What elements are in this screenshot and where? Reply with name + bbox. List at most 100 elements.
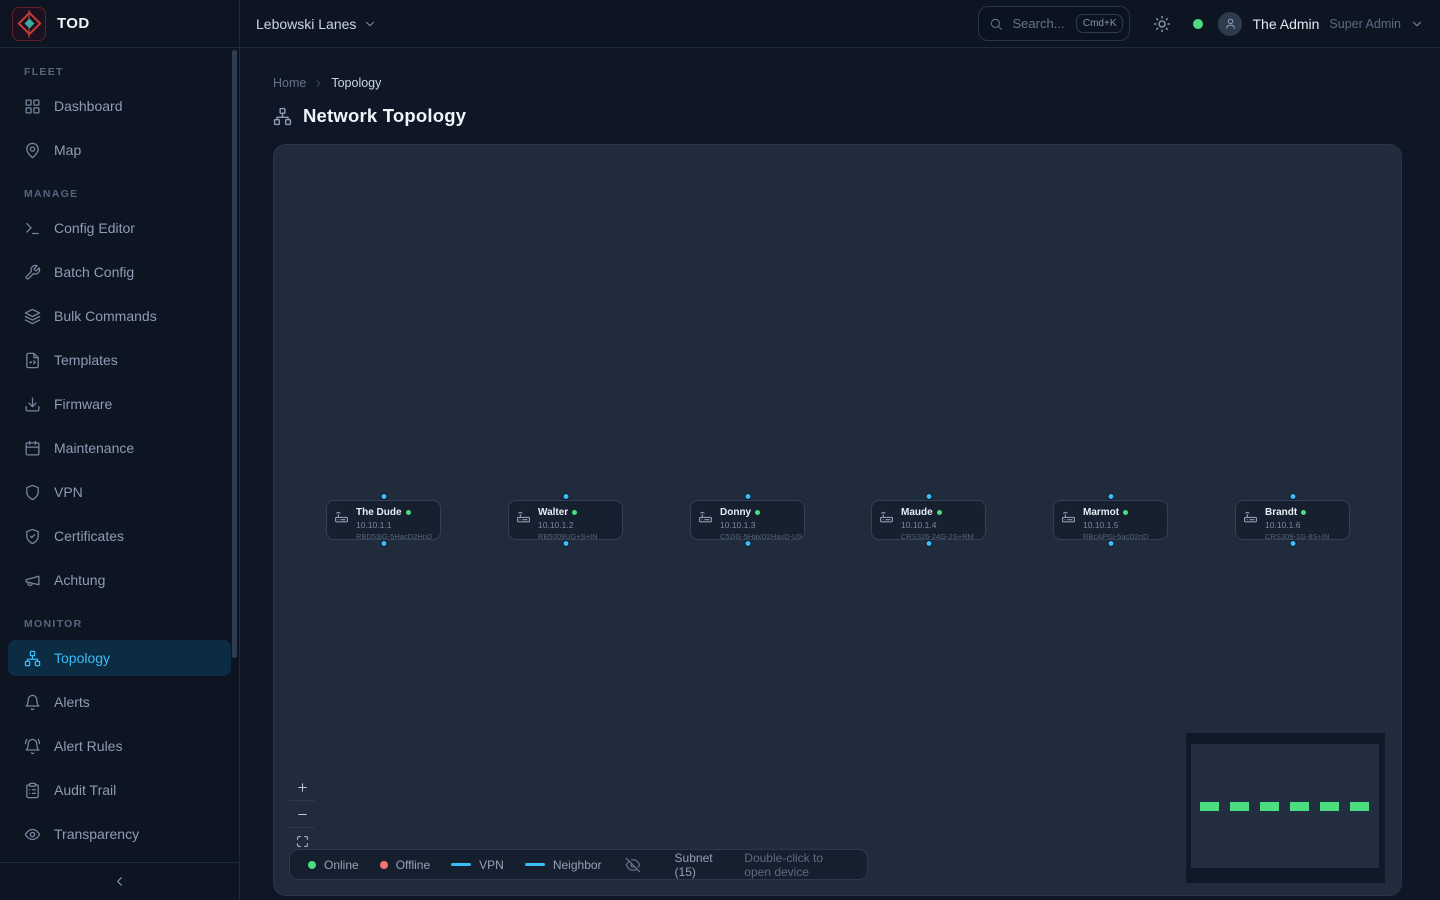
node-model: RBcAPGi-5acD2nD xyxy=(1083,533,1148,541)
node-handle-bottom[interactable] xyxy=(925,540,932,547)
sidebar-section-label: MONITOR xyxy=(24,618,215,630)
toggle-visibility-icon[interactable] xyxy=(625,857,641,873)
node-handle-bottom[interactable] xyxy=(1107,540,1114,547)
sidebar-item-vpn[interactable]: VPN xyxy=(8,474,231,510)
main-content: Home Topology Network Topology Online xyxy=(240,48,1440,900)
search-input[interactable] xyxy=(1010,15,1068,32)
avatar[interactable] xyxy=(1218,12,1242,36)
router-icon xyxy=(1243,509,1258,524)
achtung-icon xyxy=(24,572,41,589)
node-status-dot xyxy=(937,510,942,515)
topology-icon xyxy=(24,650,41,667)
batch-config-icon xyxy=(24,264,41,281)
node-status-dot xyxy=(755,510,760,515)
vpn-line-swatch xyxy=(451,863,471,866)
node-name: Maude xyxy=(901,507,974,518)
minimap-node xyxy=(1290,802,1309,811)
node-model: CRS309-1G-8S+IN xyxy=(1265,533,1329,541)
sidebar-item-label: Templates xyxy=(54,352,118,368)
sidebar-collapse-button[interactable] xyxy=(0,862,239,900)
node-handle-bottom[interactable] xyxy=(562,540,569,547)
sidebar-item-label: Alert Rules xyxy=(54,738,122,754)
chevron-down-icon xyxy=(363,17,377,31)
sidebar-item-templates[interactable]: Templates xyxy=(8,342,231,378)
topology-legend: Online Offline VPN Neighbor Subnet (15) … xyxy=(289,849,868,880)
connection-status-dot xyxy=(1193,19,1203,29)
sidebar-item-config-editor[interactable]: Config Editor xyxy=(8,210,231,246)
app-window: TOD Lebowski Lanes Cmd+K The Admin Super… xyxy=(0,0,1440,900)
sidebar-scrollbar[interactable] xyxy=(232,50,237,658)
chevron-left-icon xyxy=(112,874,127,889)
zoom-in-button[interactable] xyxy=(289,774,315,801)
sidebar-item-label: Dashboard xyxy=(54,98,123,114)
plus-icon xyxy=(296,781,309,794)
node-handle-bottom[interactable] xyxy=(380,540,387,547)
alert-rules-icon xyxy=(24,738,41,755)
router-icon xyxy=(516,509,531,524)
sidebar-item-maintenance[interactable]: Maintenance xyxy=(8,430,231,466)
chevron-right-icon xyxy=(313,78,324,89)
org-switcher[interactable]: Lebowski Lanes xyxy=(256,16,377,32)
node-handle-top[interactable] xyxy=(1107,493,1114,500)
online-dot xyxy=(308,861,316,869)
app-logo-icon xyxy=(12,7,46,41)
sidebar-item-bulk-commands[interactable]: Bulk Commands xyxy=(8,298,231,334)
device-node[interactable]: Marmot10.10.1.5RBcAPGi-5acD2nD xyxy=(1053,500,1168,540)
node-handle-top[interactable] xyxy=(1289,493,1296,500)
sidebar-item-firmware[interactable]: Firmware xyxy=(8,386,231,422)
node-model: C52iG-5HaxD2HaxD-US xyxy=(720,533,803,541)
theme-toggle-sun-icon[interactable] xyxy=(1153,15,1171,33)
node-handle-bottom[interactable] xyxy=(1289,540,1296,547)
minimap[interactable] xyxy=(1186,733,1385,883)
node-handle-top[interactable] xyxy=(380,493,387,500)
zoom-out-button[interactable] xyxy=(289,801,315,828)
sidebar-item-audit-trail[interactable]: Audit Trail xyxy=(8,772,231,808)
sidebar-item-achtung[interactable]: Achtung xyxy=(8,562,231,598)
org-name: Lebowski Lanes xyxy=(256,16,356,32)
sidebar-section-label: MANAGE xyxy=(24,188,215,200)
device-node[interactable]: Walter10.10.1.2RB5009UG+S+IN xyxy=(508,500,623,540)
fit-view-icon xyxy=(296,835,309,848)
minimap-node xyxy=(1350,802,1369,811)
sidebar-item-map[interactable]: Map xyxy=(8,132,231,168)
sidebar-item-label: Maintenance xyxy=(54,440,134,456)
minimap-node xyxy=(1230,802,1249,811)
node-handle-bottom[interactable] xyxy=(744,540,751,547)
sidebar-item-label: Topology xyxy=(54,650,110,666)
node-handle-top[interactable] xyxy=(744,493,751,500)
config-editor-icon xyxy=(24,220,41,237)
minimap-node xyxy=(1320,802,1339,811)
sidebar-item-topology[interactable]: Topology xyxy=(8,640,231,676)
breadcrumb-home[interactable]: Home xyxy=(273,76,306,90)
sidebar-item-alerts[interactable]: Alerts xyxy=(8,684,231,720)
legend-offline: Offline xyxy=(380,858,430,872)
sidebar-item-alert-rules[interactable]: Alert Rules xyxy=(8,728,231,764)
device-node[interactable]: Donny10.10.1.3C52iG-5HaxD2HaxD-US xyxy=(690,500,805,540)
sidebar-item-transparency[interactable]: Transparency xyxy=(8,816,231,852)
sidebar-section: MANAGE Config Editor Batch Config Bulk Comm… xyxy=(0,188,239,598)
node-handle-top[interactable] xyxy=(562,493,569,500)
device-node[interactable]: The Dude10.10.1.1RBD53iG-5HacD2HnD xyxy=(326,500,441,540)
device-node[interactable]: Maude 10.10.1.4 CRS326-24G-2S+RM xyxy=(871,500,986,540)
transparency-icon xyxy=(24,826,41,843)
vpn-icon xyxy=(24,484,41,501)
topology-canvas[interactable]: Online Offline VPN Neighbor Subnet (15) … xyxy=(273,144,1402,896)
sidebar-item-label: Transparency xyxy=(54,826,139,842)
node-handle-top[interactable] xyxy=(925,493,932,500)
legend-vpn-label: VPN xyxy=(479,858,504,872)
sidebar-item-dashboard[interactable]: Dashboard xyxy=(8,88,231,124)
node-model: CRS326-24G-2S+RM xyxy=(901,533,974,541)
node-ip: 10.10.1.4 xyxy=(901,521,974,530)
legend-neighbor-label: Neighbor xyxy=(553,858,602,872)
templates-icon xyxy=(24,352,41,369)
search-box[interactable]: Cmd+K xyxy=(978,6,1130,41)
alerts-icon xyxy=(24,694,41,711)
node-name: Brandt xyxy=(1265,507,1329,518)
sidebar-section-label: FLEET xyxy=(24,66,215,78)
user-menu-chevron-icon[interactable] xyxy=(1410,17,1424,31)
router-icon xyxy=(879,509,894,524)
sidebar-item-batch-config[interactable]: Batch Config xyxy=(8,254,231,290)
sidebar-item-certificates[interactable]: Certificates xyxy=(8,518,231,554)
router-icon xyxy=(334,509,349,524)
device-node[interactable]: Brandt10.10.1.6CRS309-1G-8S+IN xyxy=(1235,500,1350,540)
